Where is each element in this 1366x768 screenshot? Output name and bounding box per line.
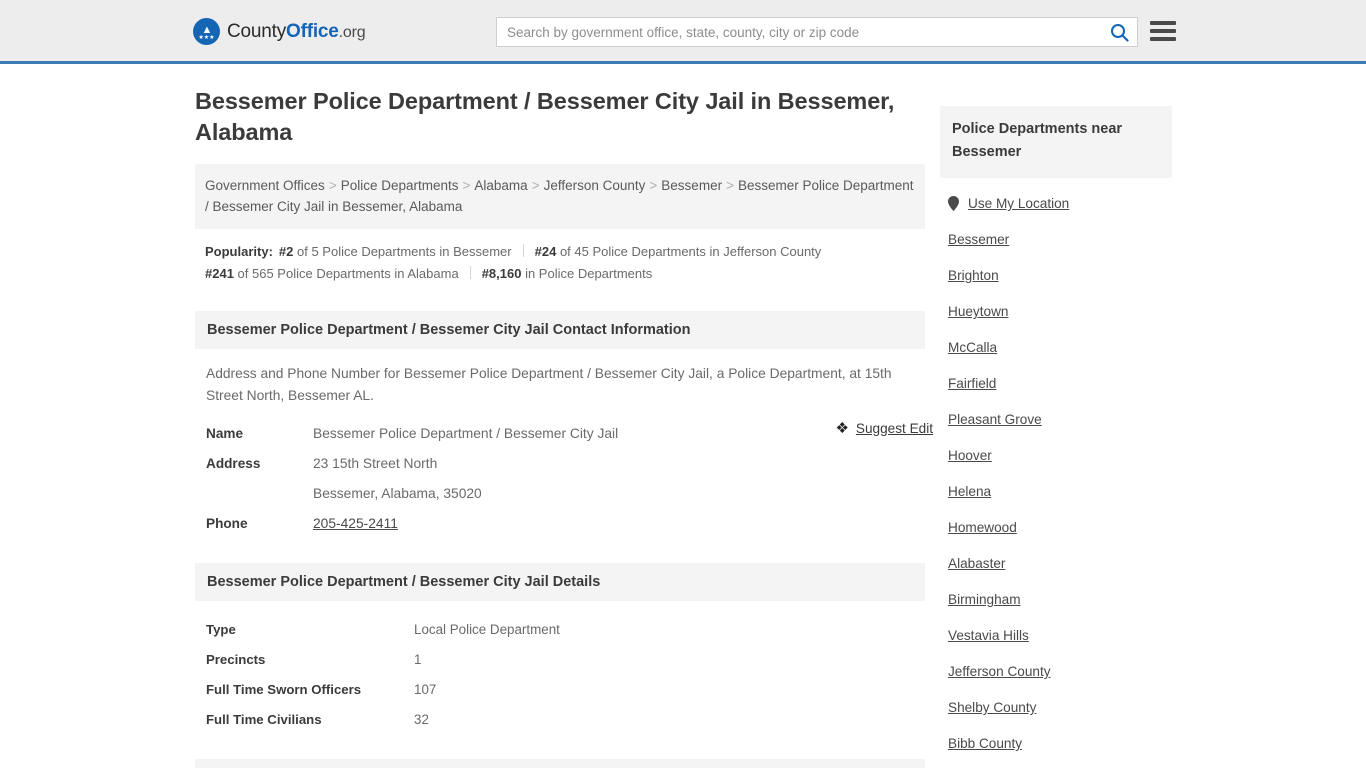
brand-part1: County <box>227 20 287 42</box>
sidebar-item-brighton[interactable]: Brighton <box>948 268 1164 283</box>
hamburger-bar <box>1150 37 1176 41</box>
popularity-rank: #8,160 <box>481 266 522 281</box>
main-content: Bessemer Police Department / Bessemer Ci… <box>195 86 933 768</box>
contact-row-key: Name <box>206 426 244 441</box>
suggest-edit-button[interactable]: ❖ Suggest Edit <box>835 421 933 436</box>
contact-row-city-state-zip: Bessemer, Alabama, 35020 <box>206 479 914 509</box>
popularity-rank: #24 <box>534 244 557 259</box>
sidebar-item-homewood[interactable]: Homewood <box>948 520 1164 535</box>
sidebar-item-helena[interactable]: Helena <box>948 484 1164 499</box>
sidebar-list: Use My Location Bessemer Brighton Hueyto… <box>940 178 1172 751</box>
brand-wordmark: CountyOffice.org <box>227 20 366 43</box>
sidebar-item-bessemer[interactable]: Bessemer <box>948 232 1164 247</box>
popularity-entry-jefferson-county: #24 of 45 Police Departments in Jefferso… <box>535 244 822 259</box>
site-logo-link[interactable]: ▲ ★★★ CountyOffice.org <box>193 18 366 45</box>
sidebar-item-jefferson-county[interactable]: Jefferson County <box>948 664 1164 679</box>
popularity-row: Popularity: #2 of 5 Police Departments in… <box>195 229 925 287</box>
eagle-seal-icon: ▲ ★★★ <box>193 18 220 45</box>
popularity-divider <box>469 266 471 279</box>
suggest-edit-label: Suggest Edit <box>855 421 933 436</box>
use-my-location-label: Use My Location <box>968 196 1070 211</box>
sidebar-item-mccalla[interactable]: McCalla <box>948 340 1164 355</box>
hamburger-bar <box>1150 29 1176 33</box>
brand-part2: Office <box>286 20 339 42</box>
breadcrumb-separator-icon: > <box>726 178 734 193</box>
contact-row-address: Address 23 15th Street North <box>206 449 914 479</box>
sidebar-item-birmingham[interactable]: Birmingham <box>948 592 1164 607</box>
sidebar: Police Departments near Bessemer Use My … <box>940 106 1172 751</box>
contact-section-heading: Bessemer Police Department / Bessemer Ci… <box>195 311 925 349</box>
details-row-value: Local Police Department <box>414 622 560 637</box>
popularity-rank: #2 <box>278 244 294 259</box>
popularity-text: in Police Departments <box>525 266 653 281</box>
popularity-divider <box>522 244 524 257</box>
details-row-value: 107 <box>414 682 437 697</box>
breadcrumb-item-jefferson-county[interactable]: Jefferson County <box>544 178 646 193</box>
contact-row-value: 23 15th Street North <box>313 456 438 471</box>
sidebar-item-pleasant-grove[interactable]: Pleasant Grove <box>948 412 1164 427</box>
search-bar[interactable] <box>496 17 1138 47</box>
site-header: ▲ ★★★ CountyOffice.org <box>0 0 1366 64</box>
details-row-precincts: Precincts 1 <box>206 645 914 675</box>
contact-row-value-link[interactable]: 205-425-2411 <box>313 509 398 539</box>
page-title: Bessemer Police Department / Bessemer Ci… <box>195 88 895 145</box>
details-row-key: Type <box>206 622 236 637</box>
popularity-text: of 565 Police Departments in Alabama <box>237 266 459 281</box>
popularity-text: of 45 Police Departments in Jefferson Co… <box>559 244 822 259</box>
sidebar-heading: Police Departments near Bessemer <box>940 106 1172 178</box>
sidebar-item-shelby-county[interactable]: Shelby County <box>948 700 1164 715</box>
details-row-value: 1 <box>414 652 422 667</box>
sidebar-item-fairfield[interactable]: Fairfield <box>948 376 1164 391</box>
details-row-key: Full Time Civilians <box>206 712 322 727</box>
brand-tld: .org <box>338 23 366 41</box>
contact-row-key: Address <box>206 456 261 471</box>
popularity-entry-overall: #8,160 in Police Departments <box>482 266 653 281</box>
sidebar-item-bibb-county[interactable]: Bibb County <box>948 736 1164 751</box>
sidebar-item-alabaster[interactable]: Alabaster <box>948 556 1164 571</box>
use-my-location-button[interactable]: Use My Location <box>948 178 1164 211</box>
breadcrumb-separator-icon: > <box>531 178 540 193</box>
details-row-sworn-officers: Full Time Sworn Officers 107 <box>206 675 914 705</box>
popularity-entry-alabama: #241 of 565 Police Departments in Alabam… <box>205 266 459 281</box>
sidebar-item-hoover[interactable]: Hoover <box>948 448 1164 463</box>
details-section-heading: Bessemer Police Department / Bessemer Ci… <box>195 563 925 601</box>
breadcrumb-item-bessemer[interactable]: Bessemer <box>661 178 722 193</box>
contact-row-value: Bessemer, Alabama, 35020 <box>313 486 482 501</box>
map-pin-icon <box>948 196 959 211</box>
hamburger-menu-icon[interactable] <box>1150 18 1176 44</box>
contact-row-phone: Phone 205-425-2411 <box>206 509 914 539</box>
details-table: Type Local Police Department Precincts 1… <box>195 615 925 735</box>
breadcrumb-separator-icon: > <box>462 178 471 193</box>
map-section-heading: Map of Bessemer Police Department / Bess… <box>195 759 925 768</box>
hamburger-bar <box>1150 21 1176 25</box>
details-row-value: 32 <box>414 712 429 727</box>
details-row-key: Full Time Sworn Officers <box>206 682 362 697</box>
search-input[interactable] <box>497 18 1101 46</box>
phone-link[interactable]: 205-425-2411 <box>313 516 398 531</box>
contact-row-name: Name Bessemer Police Department / Bessem… <box>206 419 914 449</box>
breadcrumb-separator-icon: > <box>649 178 658 193</box>
popularity-rank: #241 <box>205 266 234 281</box>
breadcrumb-separator-icon: > <box>328 178 337 193</box>
sidebar-item-hueytown[interactable]: Hueytown <box>948 304 1164 319</box>
search-icon <box>1110 23 1129 42</box>
breadcrumb-item-government-offices[interactable]: Government Offices <box>205 178 325 193</box>
breadcrumb-item-police-departments[interactable]: Police Departments <box>341 178 459 193</box>
contact-info-table: ❖ Suggest Edit Name Bessemer Police Depa… <box>195 419 933 539</box>
details-row-civilians: Full Time Civilians 32 <box>206 705 914 735</box>
search-button[interactable] <box>1101 18 1137 46</box>
popularity-entry-bessemer: #2 of 5 Police Departments in Bessemer <box>279 244 512 259</box>
contact-row-key: Phone <box>206 516 248 531</box>
popularity-label: Popularity: <box>205 244 273 259</box>
details-row-key: Precincts <box>206 652 266 667</box>
contact-description: Address and Phone Number for Bessemer Po… <box>206 366 892 403</box>
edit-pencil-icon: ❖ <box>835 420 849 437</box>
sidebar-item-vestavia-hills[interactable]: Vestavia Hills <box>948 628 1164 643</box>
details-row-type: Type Local Police Department <box>206 615 914 645</box>
contact-row-value: Bessemer Police Department / Bessemer Ci… <box>313 426 619 441</box>
breadcrumb: Government Offices > Police Departments > Al… <box>195 164 925 229</box>
breadcrumb-item-alabama[interactable]: Alabama <box>474 178 527 193</box>
popularity-text: of 5 Police Departments in Bessemer <box>297 244 512 259</box>
